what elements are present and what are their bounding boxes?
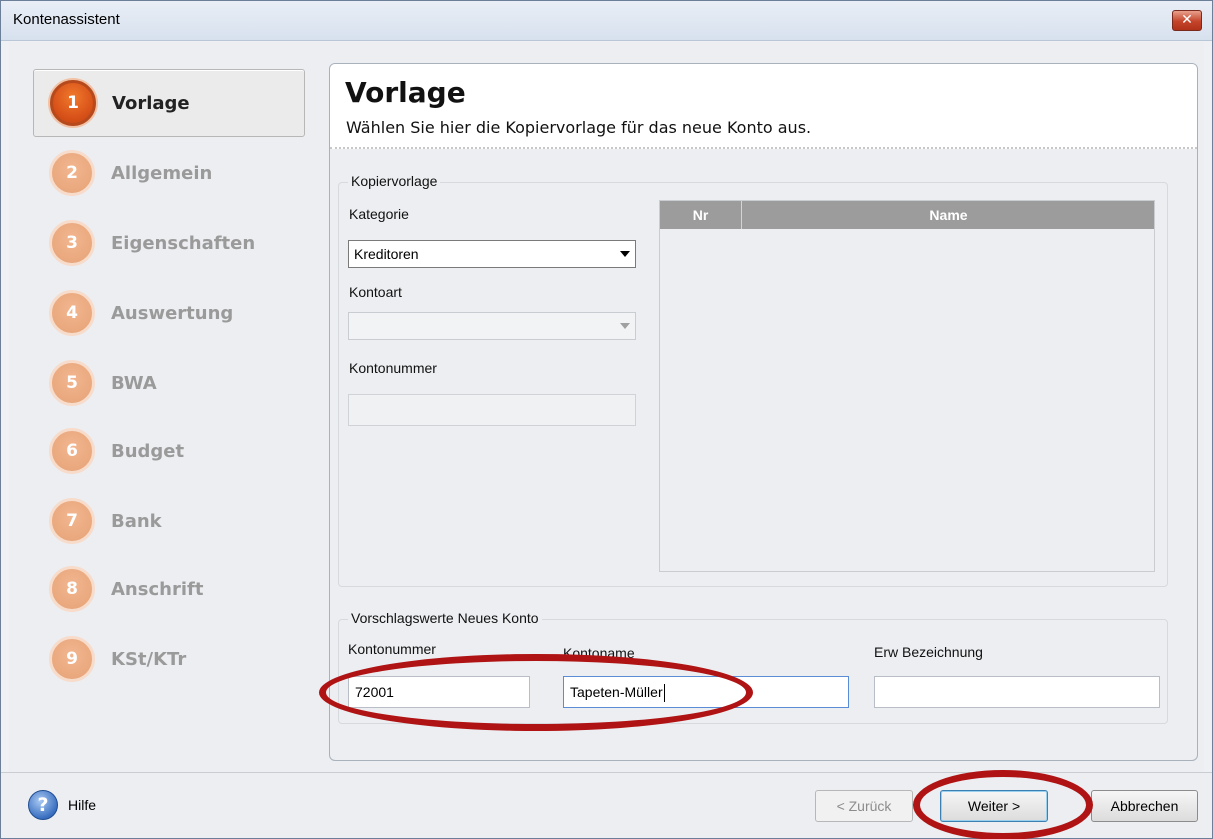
title-bar: Kontenassistent ✕ bbox=[1, 1, 1212, 41]
group-legend: Kopiervorlage bbox=[348, 173, 441, 189]
step-label: KSt/KTr bbox=[111, 648, 187, 670]
page-subtitle: Wählen Sie hier die Kopiervorlage für da… bbox=[346, 118, 812, 137]
close-icon[interactable]: ✕ bbox=[1172, 10, 1202, 31]
page-title: Vorlage bbox=[345, 76, 466, 109]
step-bank[interactable]: 7 Bank bbox=[33, 487, 305, 555]
erw-bezeichnung-label: Erw Bezeichnung bbox=[874, 644, 983, 660]
help-link[interactable]: Hilfe bbox=[68, 797, 96, 813]
annotation-ellipse-next bbox=[913, 770, 1093, 839]
cancel-button[interactable]: Abbrechen bbox=[1091, 790, 1198, 822]
step-kst-ktr[interactable]: 9 KSt/KTr bbox=[33, 625, 305, 693]
vorlage-table[interactable]: Nr Name bbox=[659, 200, 1155, 572]
step-vorlage[interactable]: 1 Vorlage bbox=[33, 69, 305, 137]
erw-bezeichnung-input[interactable] bbox=[874, 676, 1160, 708]
step-number-badge: 2 bbox=[49, 150, 95, 196]
column-header-nr[interactable]: Nr bbox=[660, 201, 742, 229]
kontonummer-label: Kontonummer bbox=[348, 641, 436, 657]
column-header-name[interactable]: Name bbox=[743, 201, 1154, 229]
step-allgemein[interactable]: 2 Allgemein bbox=[33, 139, 305, 207]
step-label: Anschrift bbox=[111, 578, 204, 600]
kategorie-select[interactable]: Kreditoren bbox=[348, 240, 636, 268]
back-button[interactable]: < Zurück bbox=[815, 790, 913, 822]
step-number-badge: 7 bbox=[49, 498, 95, 544]
step-label: Eigenschaften bbox=[111, 232, 256, 254]
kategorie-value: Kreditoren bbox=[354, 246, 419, 262]
step-number-badge: 5 bbox=[49, 360, 95, 406]
step-auswertung[interactable]: 4 Auswertung bbox=[33, 279, 305, 347]
step-number-badge: 1 bbox=[50, 80, 96, 126]
group-legend: Vorschlagswerte Neues Konto bbox=[348, 610, 542, 626]
step-label: BWA bbox=[111, 372, 157, 394]
step-label: Auswertung bbox=[111, 302, 234, 324]
help-icon[interactable]: ? bbox=[28, 790, 58, 820]
step-label: Allgemein bbox=[111, 162, 213, 184]
kopiervorlage-group: Kopiervorlage Kategorie Kreditoren Konto… bbox=[338, 173, 1168, 587]
step-number-badge: 9 bbox=[49, 636, 95, 682]
kontoart-select[interactable] bbox=[348, 312, 636, 340]
step-label: Vorlage bbox=[112, 92, 190, 114]
step-number-badge: 6 bbox=[49, 428, 95, 474]
kontonummer-label: Kontonummer bbox=[349, 360, 437, 376]
table-header: Nr Name bbox=[660, 201, 1154, 229]
step-anschrift[interactable]: 8 Anschrift bbox=[33, 555, 305, 623]
wizard-window: Kontenassistent ✕ 1 Vorlage 2 Allgemein … bbox=[0, 0, 1213, 839]
step-budget[interactable]: 6 Budget bbox=[33, 417, 305, 485]
annotation-ellipse-fields bbox=[319, 654, 753, 731]
step-label: Budget bbox=[111, 440, 185, 462]
panel-header: Vorlage Wählen Sie hier die Kopiervorlag… bbox=[330, 64, 1197, 149]
chevron-down-icon bbox=[620, 251, 630, 257]
kontoart-label: Kontoart bbox=[349, 284, 402, 300]
window-title: Kontenassistent bbox=[13, 11, 120, 28]
step-number-badge: 3 bbox=[49, 220, 95, 266]
vorlage-kontonummer-input[interactable] bbox=[348, 394, 636, 426]
step-bwa[interactable]: 5 BWA bbox=[33, 349, 305, 417]
step-number-badge: 8 bbox=[49, 566, 95, 612]
chevron-down-icon bbox=[620, 323, 630, 329]
kategorie-label: Kategorie bbox=[349, 206, 409, 222]
step-eigenschaften[interactable]: 3 Eigenschaften bbox=[33, 209, 305, 277]
step-label: Bank bbox=[111, 510, 162, 532]
step-number-badge: 4 bbox=[49, 290, 95, 336]
